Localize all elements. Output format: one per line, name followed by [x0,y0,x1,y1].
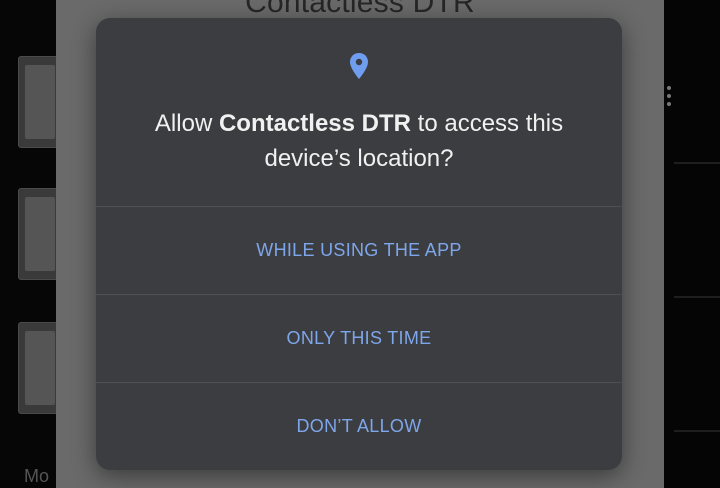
app-name: Contactless DTR [218,110,411,137]
location-permission-dialog: Allow Contactless DTR to access this dev… [96,18,622,470]
background-card-thumbnail [18,322,60,414]
location-pin-icon [350,53,368,79]
background-divider [674,162,720,164]
message-prefix: Allow [154,110,219,137]
dont-allow-button[interactable]: DON’T ALLOW [96,383,622,470]
background-card-thumbnail [18,188,60,280]
only-this-time-button[interactable]: ONLY THIS TIME [96,295,622,382]
background-divider [674,430,720,432]
background-partial-text: Mo [24,466,50,486]
background-card-thumbnail [18,56,60,148]
background-app-title: Contactless DTR [245,0,475,19]
while-using-app-button[interactable]: WHILE USING THE APP [96,207,622,294]
background-right-panel [664,0,720,488]
dialog-header: Allow Contactless DTR to access this dev… [96,18,622,206]
screen: Mo Contactless DTR Allow Contactless DTR… [0,0,720,488]
overflow-menu-icon [667,86,673,110]
dialog-message: Allow Contactless DTR to access this dev… [116,106,602,176]
background-divider [674,296,720,298]
